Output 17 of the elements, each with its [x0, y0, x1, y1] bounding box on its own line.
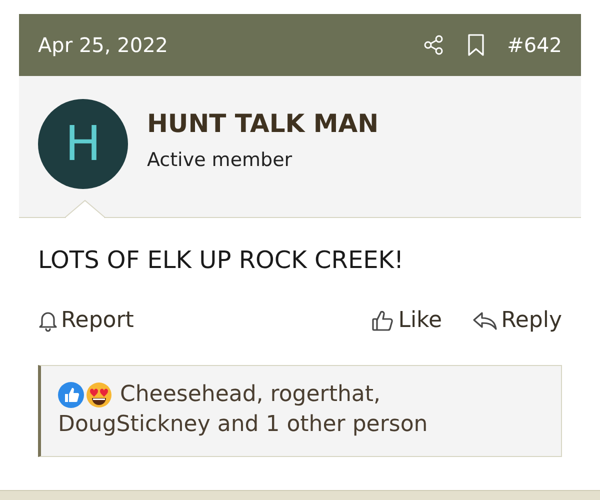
author-name[interactable]: HUNT TALK MAN — [147, 104, 379, 142]
report-link[interactable]: Report — [38, 304, 134, 337]
post-date[interactable]: Apr 25, 2022 — [38, 30, 168, 60]
bell-icon — [38, 310, 58, 332]
post-message: LOTS OF ELK UP ROCK CREEK! — [38, 245, 405, 276]
avatar[interactable]: H — [38, 98, 128, 188]
reply-link[interactable]: Reply — [472, 304, 562, 337]
reply-arrow-icon — [472, 310, 498, 332]
author-title: Active member — [147, 148, 294, 173]
post-number[interactable]: #642 — [507, 30, 562, 60]
share-icon[interactable] — [423, 34, 446, 56]
bookmark-icon[interactable] — [467, 33, 486, 57]
heart-eyes-emoji-icon[interactable] — [86, 382, 112, 408]
like-link[interactable]: Like — [371, 304, 442, 337]
like-reaction-icon[interactable] — [58, 382, 84, 408]
thumbs-up-icon — [371, 308, 396, 332]
reaction-users-text[interactable]: Cheesehead, rogerthat, DougStickney and 1 other person — [58, 380, 498, 440]
